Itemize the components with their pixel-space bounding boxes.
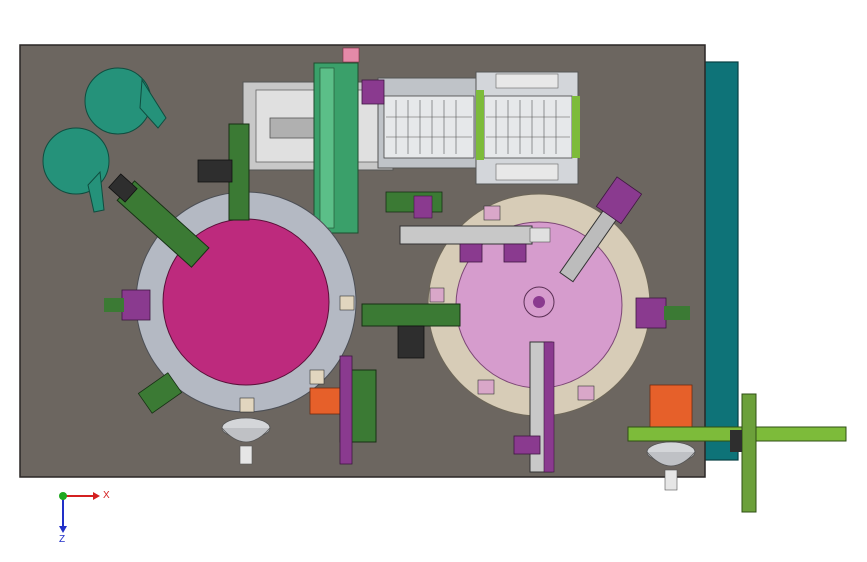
side-frame <box>702 61 739 461</box>
x-axis-label: X <box>103 490 110 501</box>
tray-left <box>383 95 475 159</box>
tray-conveyor <box>242 71 580 185</box>
z-axis-label: Z <box>59 534 65 545</box>
tray-right <box>483 95 573 159</box>
orange-block <box>649 384 693 428</box>
coordinate-triad: X Z <box>59 490 110 545</box>
cad-assembly-view: X Z <box>19 44 847 545</box>
